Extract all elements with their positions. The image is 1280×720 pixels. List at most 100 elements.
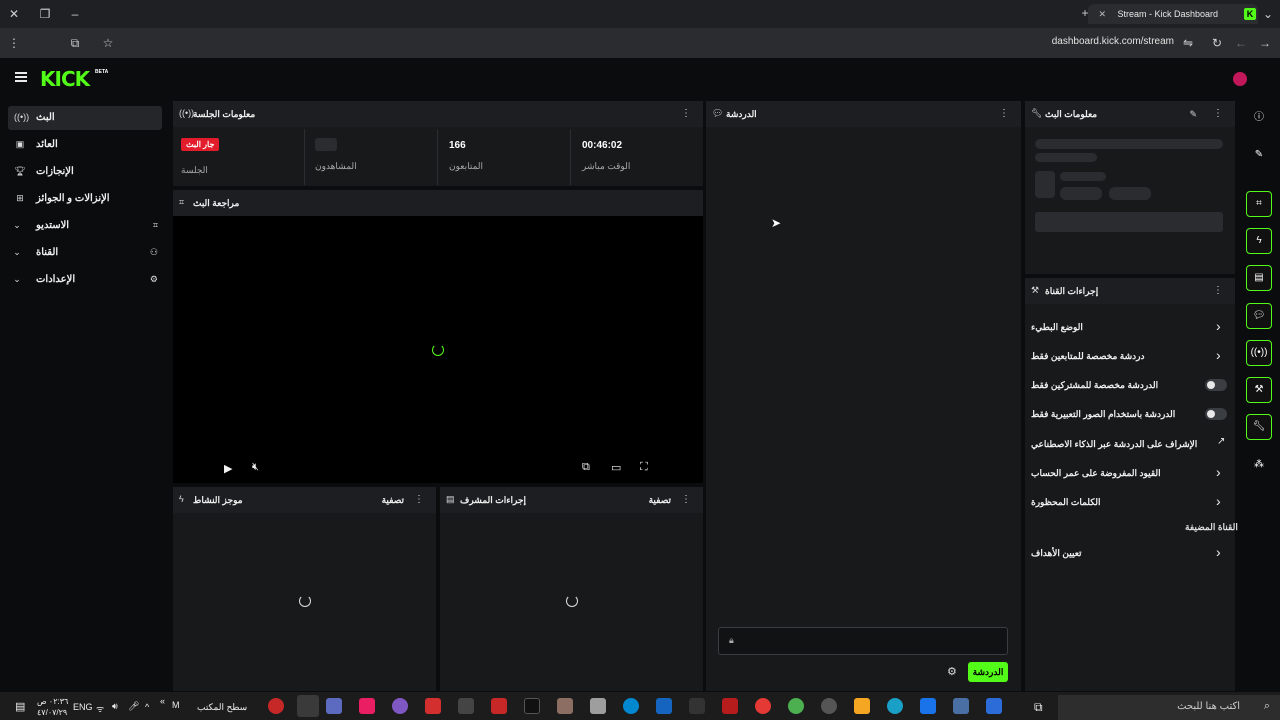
- subscribers-only-toggle[interactable]: [1205, 379, 1227, 391]
- hamburger-menu-icon[interactable]: [15, 72, 27, 84]
- notification-icon[interactable]: ▤: [15, 700, 25, 713]
- followers-only-row[interactable]: دردشة مخصصة للمتابعين فقط: [1031, 351, 1145, 362]
- nav-item-revenue[interactable]: ▣ العائد: [8, 133, 162, 157]
- chevron-right-icon[interactable]: ›: [1216, 318, 1221, 334]
- overflow-icon[interactable]: «: [160, 696, 165, 706]
- chat-settings-gear-icon[interactable]: ⚙: [947, 665, 957, 678]
- account-age-row[interactable]: القيود المفروضة على عمر الحساب: [1031, 468, 1161, 479]
- tab-search-icon[interactable]: ⌄: [1260, 7, 1276, 21]
- app-icon[interactable]: [590, 698, 606, 714]
- edit-pencil-icon[interactable]: ✎: [1189, 109, 1197, 120]
- extensions-icon[interactable]: ⧉: [67, 36, 83, 50]
- tools-widget-button[interactable]: ⚒: [1246, 377, 1272, 403]
- app-icon[interactable]: [326, 698, 342, 714]
- app-icon[interactable]: [953, 698, 969, 714]
- tray-up-icon[interactable]: ^: [145, 702, 149, 712]
- mail-icon[interactable]: [920, 698, 936, 714]
- close-window-icon[interactable]: ✕: [6, 7, 22, 21]
- lightning-widget-button[interactable]: ϟ: [1246, 228, 1272, 254]
- menu-dots-icon[interactable]: ⋮: [6, 36, 22, 50]
- external-link-icon[interactable]: ↗: [1217, 436, 1225, 447]
- language-indicator[interactable]: ENG: [73, 702, 93, 712]
- user-avatar[interactable]: [1233, 72, 1247, 86]
- app-icon[interactable]: [425, 698, 441, 714]
- taskbar-search-box[interactable]: اكتب هنا للبحث ⌕: [1058, 695, 1280, 720]
- kick-logo[interactable]: KICK: [40, 67, 90, 91]
- app-icon[interactable]: [722, 698, 738, 714]
- kebab-menu-icon[interactable]: ⋮: [1213, 285, 1223, 296]
- store-icon[interactable]: [854, 698, 870, 714]
- chat-input[interactable]: 🔒︎: [718, 627, 1008, 655]
- mic-icon[interactable]: 🎤︎: [128, 701, 139, 712]
- opera-icon[interactable]: [755, 698, 771, 714]
- bookmark-star-icon[interactable]: ☆: [100, 36, 116, 50]
- filter-button[interactable]: تصفية: [649, 495, 671, 506]
- nav-item-channel[interactable]: ⌄ القناة ⚇: [8, 241, 162, 265]
- preview-widget-button[interactable]: ⌗: [1246, 191, 1272, 217]
- desktop-toggle-icon[interactable]: M: [172, 700, 180, 710]
- back-icon[interactable]: ←: [1233, 36, 1249, 50]
- edge-icon[interactable]: [887, 698, 903, 714]
- app-icon[interactable]: [359, 698, 375, 714]
- kebab-menu-icon[interactable]: ⋮: [681, 108, 691, 119]
- copilot-icon[interactable]: [986, 698, 1002, 714]
- forward-icon[interactable]: →: [1257, 36, 1273, 50]
- fullscreen-icon[interactable]: ⛶: [640, 461, 648, 474]
- minimize-window-icon[interactable]: –: [67, 7, 83, 21]
- kebab-menu-icon[interactable]: ⋮: [414, 494, 424, 505]
- app-icon[interactable]: [268, 698, 284, 714]
- app-icon[interactable]: [689, 698, 705, 714]
- chat-widget-button[interactable]: 💬︎: [1246, 303, 1272, 329]
- mute-icon[interactable]: 🔇︎: [252, 461, 259, 474]
- clock-time[interactable]: ٠٢:٣٦ ص: [37, 697, 68, 706]
- ai-moderation-row[interactable]: الإشراف على الدردشة عبر الذكاء الاصطناعي: [1031, 439, 1197, 450]
- task-view-icon[interactable]: ⧉: [1034, 700, 1043, 715]
- chrome-icon[interactable]: [788, 698, 804, 714]
- nav-item-achievements[interactable]: 🏆︎ الإنجازات: [8, 160, 162, 184]
- play-icon[interactable]: ▶: [224, 462, 232, 475]
- tiktok-icon[interactable]: [524, 698, 540, 714]
- site-settings-icon[interactable]: ⇋: [1180, 36, 1196, 50]
- picture-in-picture-icon[interactable]: ⧉: [582, 461, 590, 474]
- url-field[interactable]: dashboard.kick.com/stream: [1052, 36, 1174, 47]
- kebab-menu-icon[interactable]: ⋮: [999, 108, 1009, 119]
- app-icon[interactable]: [458, 698, 474, 714]
- info-icon[interactable]: ⓘ: [1246, 105, 1272, 131]
- app-icon[interactable]: [557, 698, 573, 714]
- clock-date[interactable]: ٤٧/٠٧/٢٩: [37, 708, 67, 717]
- browser-tab[interactable]: ✕ Stream - Kick Dashboard K: [1088, 4, 1258, 24]
- chevron-right-icon[interactable]: ›: [1216, 464, 1221, 480]
- tab-close-icon[interactable]: ✕: [1098, 4, 1106, 24]
- reload-icon[interactable]: ↻: [1209, 36, 1225, 50]
- wrench-widget-button[interactable]: 🔧︎: [1246, 414, 1272, 440]
- filter-button[interactable]: تصفية: [382, 495, 404, 506]
- set-goals-row[interactable]: تعيين الأهداف: [1031, 548, 1082, 559]
- wifi-icon[interactable]: ᯤ: [96, 702, 104, 715]
- document-widget-button[interactable]: ▤: [1246, 265, 1272, 291]
- kebab-menu-icon[interactable]: ⋮: [681, 494, 691, 505]
- nav-item-drops[interactable]: ⊞ الإنزالات و الجوائز: [8, 187, 162, 211]
- nav-item-studio[interactable]: ⌄ الاستديو ⌗: [8, 214, 162, 238]
- edit-pencil-icon[interactable]: ✎: [1246, 142, 1272, 168]
- app-icon[interactable]: [821, 698, 837, 714]
- slow-mode-row[interactable]: الوضع البطيء: [1031, 322, 1083, 333]
- chevron-right-icon[interactable]: ›: [1216, 493, 1221, 509]
- banned-words-row[interactable]: الكلمات المحظورة: [1031, 497, 1100, 508]
- volume-icon[interactable]: 🔊︎: [112, 701, 118, 712]
- more-widgets-icon[interactable]: ⁂: [1246, 452, 1272, 478]
- desktop-label[interactable]: سطح المكتب: [197, 702, 247, 713]
- kebab-menu-icon[interactable]: ⋮: [1213, 108, 1223, 119]
- app-icon[interactable]: [392, 698, 408, 714]
- app-icon[interactable]: [623, 698, 639, 714]
- theater-mode-icon[interactable]: ▭: [611, 461, 621, 474]
- emote-only-toggle[interactable]: [1205, 408, 1227, 420]
- chrome-active-icon[interactable]: [297, 695, 319, 717]
- chevron-right-icon[interactable]: ›: [1216, 347, 1221, 363]
- restore-window-icon[interactable]: ❐: [37, 7, 53, 21]
- nav-item-settings[interactable]: ⌄ الإعدادات ⚙: [8, 268, 162, 292]
- app-icon[interactable]: [656, 698, 672, 714]
- chevron-right-icon[interactable]: ›: [1216, 544, 1221, 560]
- nav-item-stream[interactable]: ((•)) البث: [8, 106, 162, 130]
- chat-send-button[interactable]: الدردشة: [968, 662, 1008, 682]
- broadcast-widget-button[interactable]: ((•)): [1246, 340, 1272, 366]
